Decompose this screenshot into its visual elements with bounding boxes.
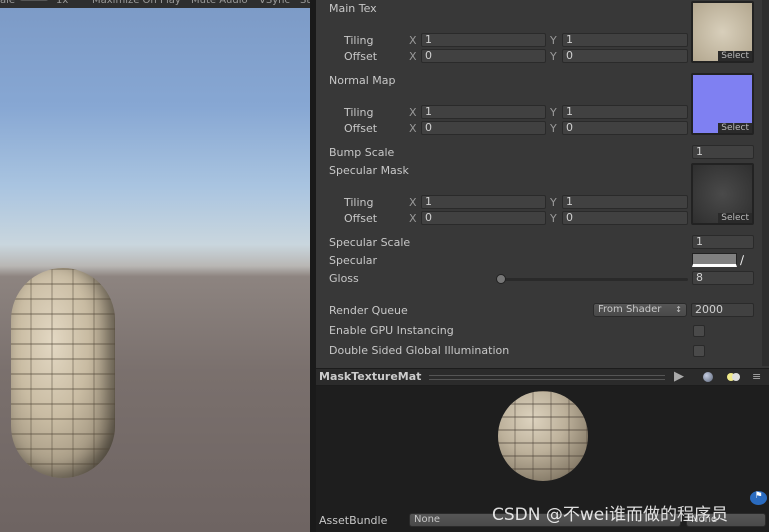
watermark: CSDN @不wei谁而做的程序员 — [492, 505, 728, 525]
specular-color-swatch[interactable] — [692, 253, 737, 267]
specular-mask-label: Specular Mask — [329, 164, 409, 177]
game-view: ale 1x Maximize On Play Mute Audio VSync… — [0, 0, 310, 532]
scale-label: ale — [0, 0, 16, 6]
specular-mask-offset-y[interactable]: 0 — [562, 211, 688, 225]
preview-header: MaskTextureMat ▶ ≡ — [316, 368, 769, 386]
main-tex-offset-y[interactable]: 0 — [562, 49, 688, 63]
normal-map-tiling-x[interactable]: 1 — [421, 105, 546, 119]
render-queue-field[interactable]: 2000 — [691, 303, 754, 317]
normal-map-thumbnail[interactable]: Select — [691, 73, 754, 135]
mute-audio-toggle[interactable]: Mute Audio — [191, 0, 248, 6]
render-queue-label: Render Queue — [329, 304, 408, 317]
drag-handle[interactable] — [429, 375, 665, 380]
x-label: X — [409, 34, 417, 47]
light2-icon[interactable] — [732, 373, 740, 381]
dropdown-arrows-icon: ↕ — [675, 305, 682, 314]
stats-toggle[interactable]: St — [300, 0, 310, 6]
specular-mask-offset-x[interactable]: 0 — [421, 211, 546, 225]
y-label: Y — [550, 122, 557, 135]
scale-slider[interactable] — [20, 0, 48, 1]
main-tex-offset-x[interactable]: 0 — [421, 49, 546, 63]
gpu-instancing-checkbox[interactable] — [693, 325, 705, 337]
bump-scale-label: Bump Scale — [329, 146, 395, 159]
y-label: Y — [550, 212, 557, 225]
x-label: X — [409, 196, 417, 209]
main-tex-tiling-x[interactable]: 1 — [421, 33, 546, 47]
double-sided-gi-checkbox[interactable] — [693, 345, 705, 357]
asset-bundle-label: AssetBundle — [319, 514, 388, 527]
select-button[interactable]: Select — [718, 213, 752, 223]
specular-scale-field[interactable]: 1 — [692, 235, 754, 249]
game-toolbar: ale 1x Maximize On Play Mute Audio VSync… — [0, 0, 310, 8]
render-queue-mode: From Shader — [598, 304, 662, 315]
gloss-field[interactable]: 8 — [692, 271, 754, 285]
x-label: X — [409, 122, 417, 135]
x-label: X — [409, 106, 417, 119]
scale-value: 1x — [56, 0, 69, 6]
double-sided-gi-label: Double Sided Global Illumination — [329, 344, 510, 357]
specular-scale-label: Specular Scale — [329, 236, 411, 249]
offset-label: Offset — [344, 50, 378, 63]
tiling-label: Tiling — [344, 34, 374, 47]
gloss-label: Gloss — [329, 272, 359, 285]
offset-label: Offset — [344, 212, 378, 225]
gloss-slider-thumb[interactable] — [496, 274, 506, 284]
capsule-object — [11, 268, 115, 478]
gpu-instancing-label: Enable GPU Instancing — [329, 324, 454, 337]
sphere-mesh-icon[interactable] — [703, 372, 713, 382]
bump-scale-field[interactable]: 1 — [692, 145, 754, 159]
tiling-label: Tiling — [344, 106, 374, 119]
menu-icon[interactable]: ≡ — [752, 370, 761, 383]
specular-mask-tiling-x[interactable]: 1 — [421, 195, 546, 209]
tag-icon[interactable]: ⚑ — [750, 491, 767, 505]
x-label: X — [409, 212, 417, 225]
offset-label: Offset — [344, 122, 378, 135]
x-label: X — [409, 50, 417, 63]
normal-map-label: Normal Map — [329, 74, 396, 87]
play-icon[interactable]: ▶ — [674, 369, 684, 384]
y-label: Y — [550, 34, 557, 47]
normal-map-offset-x[interactable]: 0 — [421, 121, 546, 135]
normal-map-tiling-y[interactable]: 1 — [562, 105, 688, 119]
main-tex-label: Main Tex — [329, 2, 377, 15]
main-tex-tiling-y[interactable]: 1 — [562, 33, 688, 47]
tiling-label: Tiling — [344, 196, 374, 209]
maximize-on-play-toggle[interactable]: Maximize On Play — [92, 0, 181, 6]
render-queue-dropdown[interactable]: From Shader ↕ — [593, 303, 687, 317]
vsync-toggle[interactable]: VSync — [259, 0, 290, 6]
select-button[interactable]: Select — [718, 51, 752, 61]
specular-mask-thumbnail[interactable]: Select — [691, 163, 754, 225]
gloss-slider-track[interactable] — [500, 278, 688, 281]
y-label: Y — [550, 50, 557, 63]
asset-bundle-name: None — [414, 514, 441, 525]
material-preview-sphere — [498, 391, 588, 481]
preview-title: MaskTextureMat — [319, 370, 422, 383]
specular-label: Specular — [329, 254, 378, 267]
eyedropper-icon[interactable]: ∕ — [740, 253, 744, 267]
specular-mask-tiling-y[interactable]: 1 — [562, 195, 688, 209]
main-tex-thumbnail[interactable]: Select — [691, 1, 754, 63]
select-button[interactable]: Select — [718, 123, 752, 133]
y-label: Y — [550, 196, 557, 209]
normal-map-offset-y[interactable]: 0 — [562, 121, 688, 135]
y-label: Y — [550, 106, 557, 119]
inspector-scrollbar[interactable] — [762, 0, 769, 366]
